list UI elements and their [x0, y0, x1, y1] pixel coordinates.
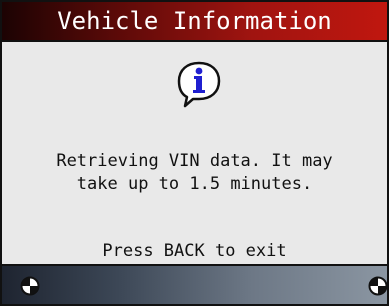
message-panel: Retrieving VIN data. It may take up to 1…: [0, 42, 389, 264]
right-function-key-icon[interactable]: [368, 276, 388, 296]
left-function-key-icon[interactable]: [20, 276, 40, 296]
status-message-line: Retrieving VIN data. It may: [56, 151, 333, 171]
status-message-line: take up to 1.5 minutes.: [76, 174, 313, 194]
function-key-bar: [0, 264, 389, 306]
screen-title: Vehicle Information: [57, 7, 332, 35]
back-hint: Press BACK to exit: [102, 241, 287, 261]
info-speech-bubble-icon: [177, 61, 221, 108]
scan-tool-screen: Vehicle Information Retrieving VIN data.…: [0, 0, 389, 306]
status-message: Retrieving VIN data. It may take up to 1…: [2, 150, 387, 196]
title-bar: Vehicle Information: [0, 0, 389, 42]
